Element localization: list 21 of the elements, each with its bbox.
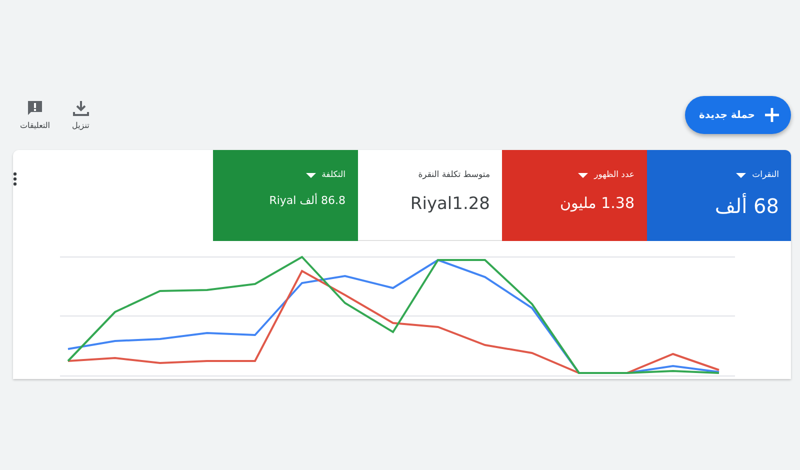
metric-label: النقرات — [752, 170, 779, 180]
caret-icon[interactable] — [578, 172, 588, 178]
metric-label: التكلفة — [322, 170, 346, 180]
metric-label: متوسط تكلفة النقرة — [418, 170, 490, 180]
new-campaign-button[interactable]: حملة جديدة — [685, 96, 791, 134]
metric-tile[interactable]: النقرات 68 ألف — [646, 150, 791, 241]
download-icon — [72, 100, 89, 116]
metric-tile[interactable]: التكلفة 86.8 ألف Riyal — [213, 150, 358, 241]
feedback-icon — [27, 100, 44, 116]
metric-tile[interactable]: عدد الظهور 1.38 مليون — [502, 150, 646, 241]
plus-icon — [765, 108, 779, 122]
metric-label: عدد الظهور — [594, 170, 634, 180]
metric-value: 86.8 ألف Riyal — [268, 194, 346, 207]
caret-icon[interactable] — [306, 172, 316, 178]
more-icon[interactable] — [13, 172, 17, 186]
metric-value: Riyal1.28 — [409, 194, 490, 214]
feedback-button[interactable]: التعليقات — [20, 100, 50, 130]
metric-value: 1.38 مليون — [559, 194, 634, 212]
metric-value: 68 ألف — [714, 194, 779, 218]
download-button[interactable]: تنزيل — [72, 100, 90, 130]
caret-icon[interactable] — [736, 172, 746, 178]
